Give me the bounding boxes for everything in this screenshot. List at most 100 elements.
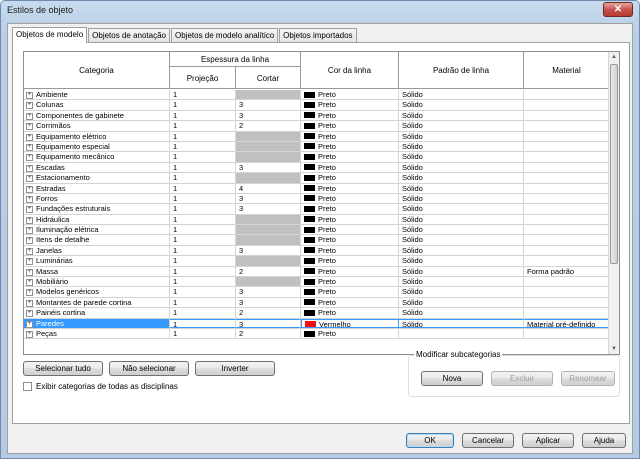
line-pattern-cell[interactable]: Sólido <box>399 287 524 297</box>
cut-weight-cell[interactable] <box>236 225 301 235</box>
line-pattern-cell[interactable]: Sólido <box>399 193 524 204</box>
rename-subcategory-button[interactable]: Renomear <box>561 371 615 386</box>
table-row[interactable]: + Ambiente 1 Preto Sólido <box>24 90 610 101</box>
line-pattern-cell[interactable]: Sólido <box>399 141 524 152</box>
projection-weight-cell[interactable]: 1 <box>170 287 236 297</box>
cancel-button[interactable]: Cancelar <box>462 433 514 448</box>
category-cell[interactable]: + Ambiente <box>24 90 170 100</box>
line-color-cell[interactable]: Preto <box>301 214 399 225</box>
line-color-cell[interactable]: Preto <box>301 245 399 256</box>
tab-model-objects[interactable]: Objetos de modelo <box>12 27 88 43</box>
cut-weight-cell[interactable]: 2 <box>236 266 301 277</box>
expand-plus-icon[interactable]: + <box>26 164 33 172</box>
line-color-cell[interactable]: Preto <box>301 256 399 266</box>
table-row[interactable]: + Itens de detalhe 1 Preto Sólido <box>24 235 610 246</box>
line-color-cell[interactable]: Preto <box>301 193 399 204</box>
category-cell[interactable]: + Montantes de parede cortina <box>24 297 170 308</box>
material-cell[interactable] <box>524 256 610 266</box>
cut-weight-cell[interactable]: 3 <box>236 318 301 328</box>
line-pattern-cell[interactable]: Sólido <box>399 235 524 245</box>
table-row[interactable]: + Estacionamento 1 Preto Sólido <box>24 173 610 184</box>
expand-plus-icon[interactable]: + <box>26 195 33 203</box>
projection-weight-cell[interactable]: 1 <box>170 245 236 256</box>
title-bar[interactable]: Estilos de objeto ✕ <box>1 1 639 21</box>
projection-weight-cell[interactable]: 1 <box>170 328 236 339</box>
category-cell[interactable]: + Equipamento mecânico <box>24 152 170 162</box>
line-pattern-cell[interactable] <box>399 328 524 339</box>
select-all-button[interactable]: Selecionar tudo <box>23 361 103 376</box>
category-cell[interactable]: + Paredes <box>24 318 170 328</box>
category-cell[interactable]: + Corrimãos <box>24 121 170 131</box>
material-cell[interactable] <box>524 90 610 100</box>
apply-button[interactable]: Aplicar <box>522 433 574 448</box>
material-cell[interactable] <box>524 152 610 162</box>
cut-weight-cell[interactable] <box>236 256 301 266</box>
material-cell[interactable] <box>524 183 610 193</box>
line-color-cell[interactable]: Preto <box>301 162 399 173</box>
table-row[interactable]: + Equipamento elétrico 1 Preto Sólido <box>24 131 610 142</box>
invert-button[interactable]: Inverter <box>195 361 275 376</box>
header-material[interactable]: Material <box>524 52 610 89</box>
line-color-cell[interactable]: Preto <box>301 110 399 121</box>
expand-plus-icon[interactable]: + <box>26 320 33 328</box>
cut-weight-cell[interactable]: 3 <box>236 100 301 110</box>
tab-annotation-objects[interactable]: Objetos de anotação <box>88 28 170 43</box>
header-projection[interactable]: Projeção <box>170 67 236 89</box>
projection-weight-cell[interactable]: 1 <box>170 297 236 308</box>
category-cell[interactable]: + Painéis cortina <box>24 308 170 318</box>
vertical-scrollbar[interactable]: ▲ ▼ <box>608 52 619 354</box>
line-pattern-cell[interactable]: Sólido <box>399 131 524 141</box>
projection-weight-cell[interactable]: 1 <box>170 90 236 100</box>
expand-plus-icon[interactable]: + <box>26 92 33 99</box>
table-row[interactable]: + Luminárias 1 Preto Sólido <box>24 256 610 267</box>
projection-weight-cell[interactable]: 1 <box>170 277 236 287</box>
material-cell[interactable] <box>524 245 610 256</box>
line-pattern-cell[interactable]: Sólido <box>399 225 524 235</box>
material-cell[interactable] <box>524 225 610 235</box>
cut-weight-cell[interactable] <box>236 214 301 225</box>
cut-weight-cell[interactable] <box>236 152 301 162</box>
material-cell[interactable] <box>524 193 610 204</box>
table-row[interactable]: + Forros 1 3 Preto Sólido <box>24 193 610 205</box>
line-color-cell[interactable]: Preto <box>301 183 399 193</box>
material-cell[interactable] <box>524 131 610 141</box>
projection-weight-cell[interactable]: 1 <box>170 131 236 141</box>
expand-plus-icon[interactable]: + <box>26 123 33 131</box>
category-cell[interactable]: + Massa <box>24 266 170 277</box>
category-cell[interactable]: + Escadas <box>24 162 170 173</box>
projection-weight-cell[interactable]: 1 <box>170 173 236 183</box>
line-color-cell[interactable]: Preto <box>301 225 399 235</box>
expand-plus-icon[interactable]: + <box>26 310 33 318</box>
line-color-cell[interactable]: Preto <box>301 152 399 162</box>
line-pattern-cell[interactable]: Sólido <box>399 297 524 308</box>
material-cell[interactable] <box>524 173 610 183</box>
scroll-down-icon[interactable]: ▼ <box>609 344 619 354</box>
category-cell[interactable]: + Hidráulica <box>24 214 170 225</box>
expand-plus-icon[interactable]: + <box>26 237 33 245</box>
line-color-cell[interactable]: Preto <box>301 131 399 141</box>
new-subcategory-button[interactable]: Nova <box>421 371 483 386</box>
header-cut[interactable]: Cortar <box>236 67 301 89</box>
material-cell[interactable]: Material pré-definido <box>524 318 610 328</box>
table-row[interactable]: + Modelos genéricos 1 3 Preto Sólido <box>24 287 610 298</box>
projection-weight-cell[interactable]: 1 <box>170 318 236 328</box>
category-cell[interactable]: + Luminárias <box>24 256 170 266</box>
line-pattern-cell[interactable]: Sólido <box>399 256 524 266</box>
line-pattern-cell[interactable]: Sólido <box>399 183 524 193</box>
show-all-disciplines-option[interactable]: Exibir categorias de todas as disciplina… <box>23 382 178 391</box>
projection-weight-cell[interactable]: 1 <box>170 121 236 131</box>
header-category[interactable]: Categoria <box>24 52 170 89</box>
expand-plus-icon[interactable]: + <box>26 279 33 287</box>
line-color-cell[interactable]: Vermelho <box>301 318 399 328</box>
cut-weight-cell[interactable]: 3 <box>236 110 301 121</box>
tab-analytical-model-objects[interactable]: Objetos de modelo analítico <box>171 28 279 43</box>
material-cell[interactable] <box>524 277 610 287</box>
line-pattern-cell[interactable]: Sólido <box>399 162 524 173</box>
cut-weight-cell[interactable]: 2 <box>236 308 301 318</box>
category-cell[interactable]: + Equipamento elétrico <box>24 131 170 141</box>
projection-weight-cell[interactable]: 1 <box>170 162 236 173</box>
material-cell[interactable] <box>524 204 610 214</box>
expand-plus-icon[interactable]: + <box>26 330 33 338</box>
line-color-cell[interactable]: Preto <box>301 173 399 183</box>
cut-weight-cell[interactable]: 3 <box>236 204 301 214</box>
